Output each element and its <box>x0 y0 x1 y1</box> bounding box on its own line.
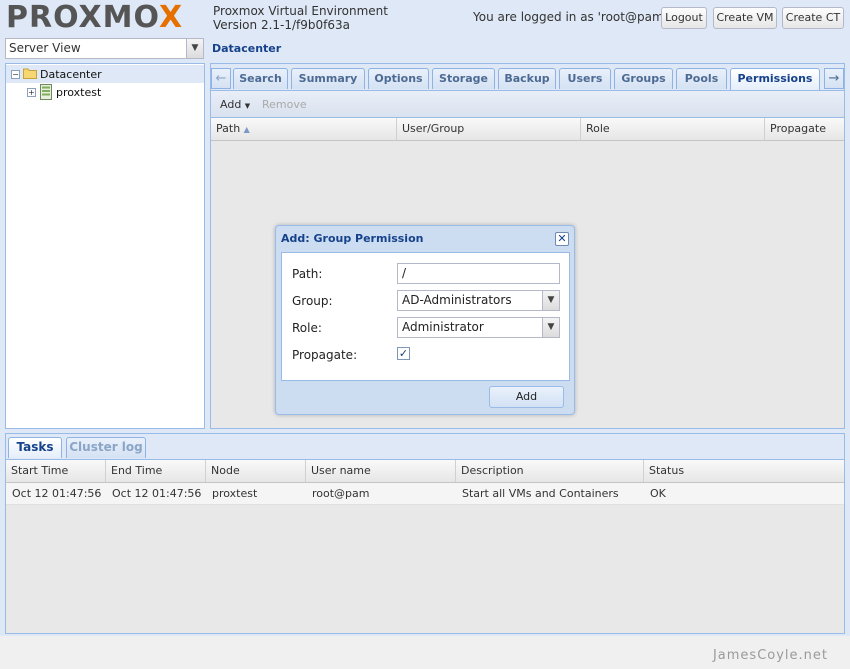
footer: JamesCoyle.net <box>0 636 850 669</box>
chevron-down-icon[interactable]: ▼ <box>542 291 559 310</box>
table-row[interactable]: Oct 12 01:47:56 Oct 12 01:47:56 proxtest… <box>6 483 844 505</box>
add-menu-label: Add <box>220 98 242 111</box>
column-start-time[interactable]: Start Time <box>6 460 106 482</box>
tree-item-label: Datacenter <box>40 68 102 81</box>
chevron-down-icon[interactable]: ▼ <box>186 39 203 58</box>
tasks-grid-header: Start Time End Time Node User name Descr… <box>6 459 844 483</box>
tab-summary[interactable]: Summary <box>291 68 365 89</box>
tab-users[interactable]: Users <box>559 68 611 89</box>
cell-start-time: Oct 12 01:47:56 <box>12 487 102 500</box>
proxmox-logo: PROXMOX <box>6 3 183 33</box>
resource-tree: − Datacenter + proxtest <box>5 63 205 429</box>
column-user-group[interactable]: User/Group <box>397 118 581 140</box>
tab-pools[interactable]: Pools <box>676 68 727 89</box>
tab-strip: ← Search Summary Options Storage Backup … <box>211 64 844 90</box>
path-input[interactable]: / <box>397 263 560 284</box>
expand-icon[interactable]: + <box>27 88 36 97</box>
page-title: Datacenter <box>212 42 282 55</box>
column-path[interactable]: Path ▲ <box>211 118 397 140</box>
group-label: Group: <box>292 294 333 308</box>
server-view-value: Server View <box>9 41 81 55</box>
watermark: JamesCoyle.net <box>712 648 828 663</box>
propagate-checkbox[interactable]: ✓ <box>397 347 410 360</box>
add-group-permission-dialog: Add: Group Permission ✕ Path: / Group: A… <box>275 225 575 415</box>
tab-cluster-log[interactable]: Cluster log <box>66 437 146 458</box>
scroll-left-icon[interactable]: ← <box>211 68 231 89</box>
column-role[interactable]: Role <box>581 118 765 140</box>
collapse-icon[interactable]: − <box>11 70 20 79</box>
create-ct-button[interactable]: Create CT <box>782 7 844 29</box>
tab-groups[interactable]: Groups <box>614 68 673 89</box>
server-icon <box>39 84 53 100</box>
propagate-label: Propagate: <box>292 348 358 362</box>
role-value: Administrator <box>402 320 484 334</box>
tree-item-proxtest[interactable]: + proxtest <box>6 83 204 101</box>
add-button[interactable]: Add <box>489 386 564 408</box>
column-end-time[interactable]: End Time <box>106 460 206 482</box>
product-name: Proxmox Virtual Environment <box>213 4 388 18</box>
sort-asc-icon: ▲ <box>243 125 250 134</box>
logout-button[interactable]: Logout <box>661 7 707 29</box>
tasks-grid-body: Oct 12 01:47:56 Oct 12 01:47:56 proxtest… <box>6 483 844 633</box>
column-status[interactable]: Status <box>644 460 844 482</box>
logo-x: X <box>158 0 184 35</box>
dialog-form: Path: / Group: AD-Administrators ▼ Role:… <box>281 252 570 381</box>
tab-options[interactable]: Options <box>368 68 429 89</box>
cell-status: OK <box>650 487 666 500</box>
dialog-title: Add: Group Permission <box>281 232 424 245</box>
column-node[interactable]: Node <box>206 460 306 482</box>
remove-button[interactable]: Remove <box>262 98 307 111</box>
column-propagate[interactable]: Propagate <box>765 118 844 140</box>
tab-tasks[interactable]: Tasks <box>8 437 62 458</box>
tab-backup[interactable]: Backup <box>498 68 556 89</box>
cell-user-name: root@pam <box>312 487 370 500</box>
close-icon[interactable]: ✕ <box>555 232 569 246</box>
cell-description: Start all VMs and Containers <box>462 487 619 500</box>
add-menu-button[interactable]: Add ▼ <box>220 98 250 111</box>
tab-search[interactable]: Search <box>233 68 288 89</box>
tab-storage[interactable]: Storage <box>432 68 495 89</box>
column-description[interactable]: Description <box>456 460 644 482</box>
column-label: Path <box>216 122 241 135</box>
scroll-right-icon[interactable]: → <box>824 68 844 89</box>
tree-item-label: proxtest <box>56 86 102 99</box>
folder-icon <box>23 67 37 79</box>
log-panel: Tasks Cluster log Start Time End Time No… <box>5 433 845 634</box>
server-view-select[interactable]: Server View ▼ <box>5 38 204 59</box>
permissions-grid-header: Path ▲ User/Group Role Propagate <box>211 118 844 141</box>
column-user-name[interactable]: User name <box>306 460 456 482</box>
role-label: Role: <box>292 321 322 335</box>
app-header: PROXMOX Proxmox Virtual Environment Vers… <box>0 0 850 36</box>
product-version: Version 2.1-1/f9b0f63a <box>213 18 350 32</box>
create-vm-button[interactable]: Create VM <box>713 7 777 29</box>
cell-node: proxtest <box>212 487 258 500</box>
group-value: AD-Administrators <box>402 293 512 307</box>
permissions-toolbar: Add ▼ Remove <box>211 90 844 118</box>
path-label: Path: <box>292 267 323 281</box>
login-status: You are logged in as 'root@pam' <box>473 10 667 24</box>
chevron-down-icon: ▼ <box>244 102 251 110</box>
group-select[interactable]: AD-Administrators ▼ <box>397 290 560 311</box>
tree-item-datacenter[interactable]: − Datacenter <box>6 65 204 83</box>
role-select[interactable]: Administrator ▼ <box>397 317 560 338</box>
logo-text: PROXMO <box>6 0 159 35</box>
tab-permissions[interactable]: Permissions <box>730 68 820 90</box>
chevron-down-icon[interactable]: ▼ <box>542 318 559 337</box>
cell-end-time: Oct 12 01:47:56 <box>112 487 202 500</box>
